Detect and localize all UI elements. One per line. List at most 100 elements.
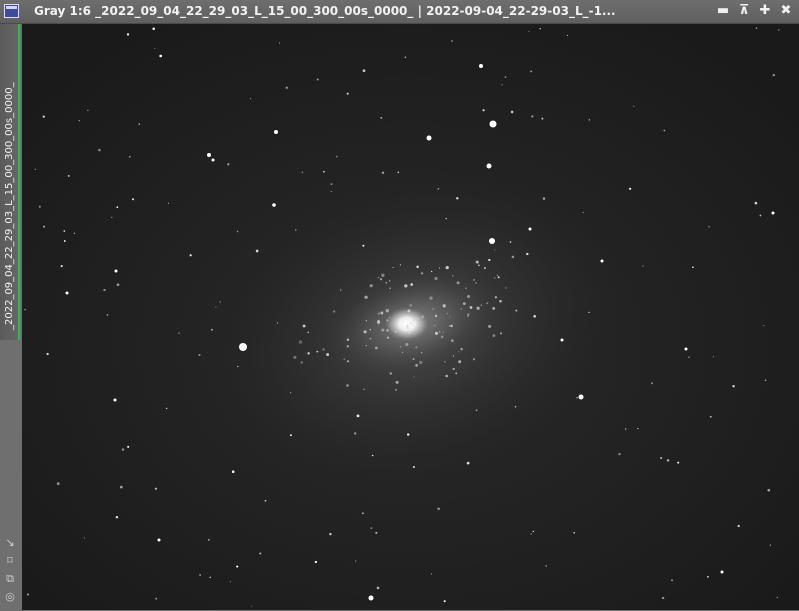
galaxy-knot [458, 360, 462, 364]
galaxy-knot [446, 312, 449, 315]
star [539, 28, 541, 30]
star [560, 338, 564, 342]
star [651, 382, 654, 385]
galaxy-knot [438, 331, 441, 333]
galaxy-knot [302, 324, 306, 328]
galaxy-knot [380, 311, 384, 315]
clone-icon[interactable]: ⧉ [3, 572, 17, 586]
image-viewport[interactable] [22, 24, 799, 610]
galaxy-knot [445, 374, 448, 378]
title-bar[interactable]: Gray 1:6 _2022_09_04_22_29_03_L_15_00_30… [0, 0, 799, 24]
galaxy-knot [483, 267, 486, 270]
star [488, 258, 491, 262]
minimize-icon[interactable]: ▬ [716, 3, 730, 19]
star [764, 379, 767, 382]
star [755, 27, 758, 29]
star [426, 135, 432, 141]
galaxy-knot [460, 308, 462, 310]
star [63, 230, 66, 232]
star [356, 414, 360, 418]
star [600, 259, 604, 263]
galaxy-knot [456, 281, 460, 285]
star [63, 240, 66, 242]
galaxy-knot [377, 276, 380, 279]
star [111, 216, 113, 218]
galaxy-knot [379, 278, 383, 281]
star [26, 593, 29, 596]
star [46, 352, 49, 356]
galaxy-knot [434, 314, 438, 318]
galaxy-knot [442, 331, 444, 334]
star [119, 485, 123, 489]
star [514, 406, 517, 408]
star [475, 282, 477, 284]
galaxy-knot [448, 325, 451, 327]
star [279, 42, 281, 44]
shade-icon[interactable]: ⊼ [737, 3, 751, 19]
star [290, 392, 292, 394]
star [362, 244, 365, 247]
star [115, 515, 119, 519]
star [368, 595, 374, 601]
view-identifier-label: _2022_09_04_22_29_03_L_15_00_300_00s_000… [4, 82, 15, 330]
star [301, 171, 304, 174]
star [211, 158, 215, 162]
star [255, 249, 259, 253]
star [479, 64, 483, 68]
star [578, 394, 584, 400]
star [709, 415, 712, 418]
galaxy-knot [307, 352, 310, 355]
star [272, 203, 276, 207]
galaxy-knot [322, 348, 325, 351]
star [533, 314, 537, 318]
star [494, 249, 496, 251]
star [371, 454, 374, 457]
star [189, 254, 192, 257]
star [329, 532, 332, 536]
star [452, 355, 455, 357]
star [374, 346, 378, 350]
star [566, 34, 569, 37]
galaxy-knot [417, 317, 419, 319]
star [354, 432, 357, 435]
star [666, 459, 670, 462]
fit-view-icon[interactable]: ⌑ [3, 554, 17, 568]
resize-arrow-icon[interactable]: ↘ [3, 536, 17, 550]
galaxy-knot [347, 360, 349, 363]
window-icon[interactable] [4, 4, 19, 18]
galaxy-knot [462, 302, 466, 305]
star [365, 345, 367, 347]
star [637, 428, 639, 430]
maximize-icon[interactable]: ✚ [758, 3, 772, 19]
star [431, 573, 433, 575]
star [530, 70, 533, 73]
galaxy-knot [435, 331, 438, 335]
galaxy-knot [450, 339, 454, 343]
galaxy-knot [406, 324, 409, 326]
target-icon[interactable]: ◎ [3, 590, 17, 604]
close-icon[interactable]: ✖ [779, 3, 793, 19]
star [38, 205, 41, 208]
galaxy-knot [440, 335, 444, 339]
galaxy-knot [389, 372, 392, 375]
star [511, 255, 515, 259]
star [504, 76, 507, 78]
galaxy-knot [369, 328, 372, 331]
galaxy-knot [452, 367, 455, 371]
star [87, 109, 89, 112]
star [588, 119, 590, 121]
star [239, 343, 247, 351]
galaxy-knot [343, 358, 346, 361]
star [437, 187, 440, 190]
galaxy-knot [300, 361, 304, 364]
galaxy-knot [377, 312, 380, 315]
star [482, 109, 485, 112]
star [138, 123, 141, 125]
view-identifier-tab[interactable]: _2022_09_04_22_29_03_L_15_00_300_00s_000… [0, 24, 20, 340]
galaxy-knot [405, 342, 409, 347]
galaxy-knot [492, 334, 496, 337]
galaxy-knot [407, 330, 411, 334]
galaxy-knot [492, 306, 496, 310]
galaxy-knot [494, 277, 496, 279]
galaxy-knot [496, 274, 499, 276]
